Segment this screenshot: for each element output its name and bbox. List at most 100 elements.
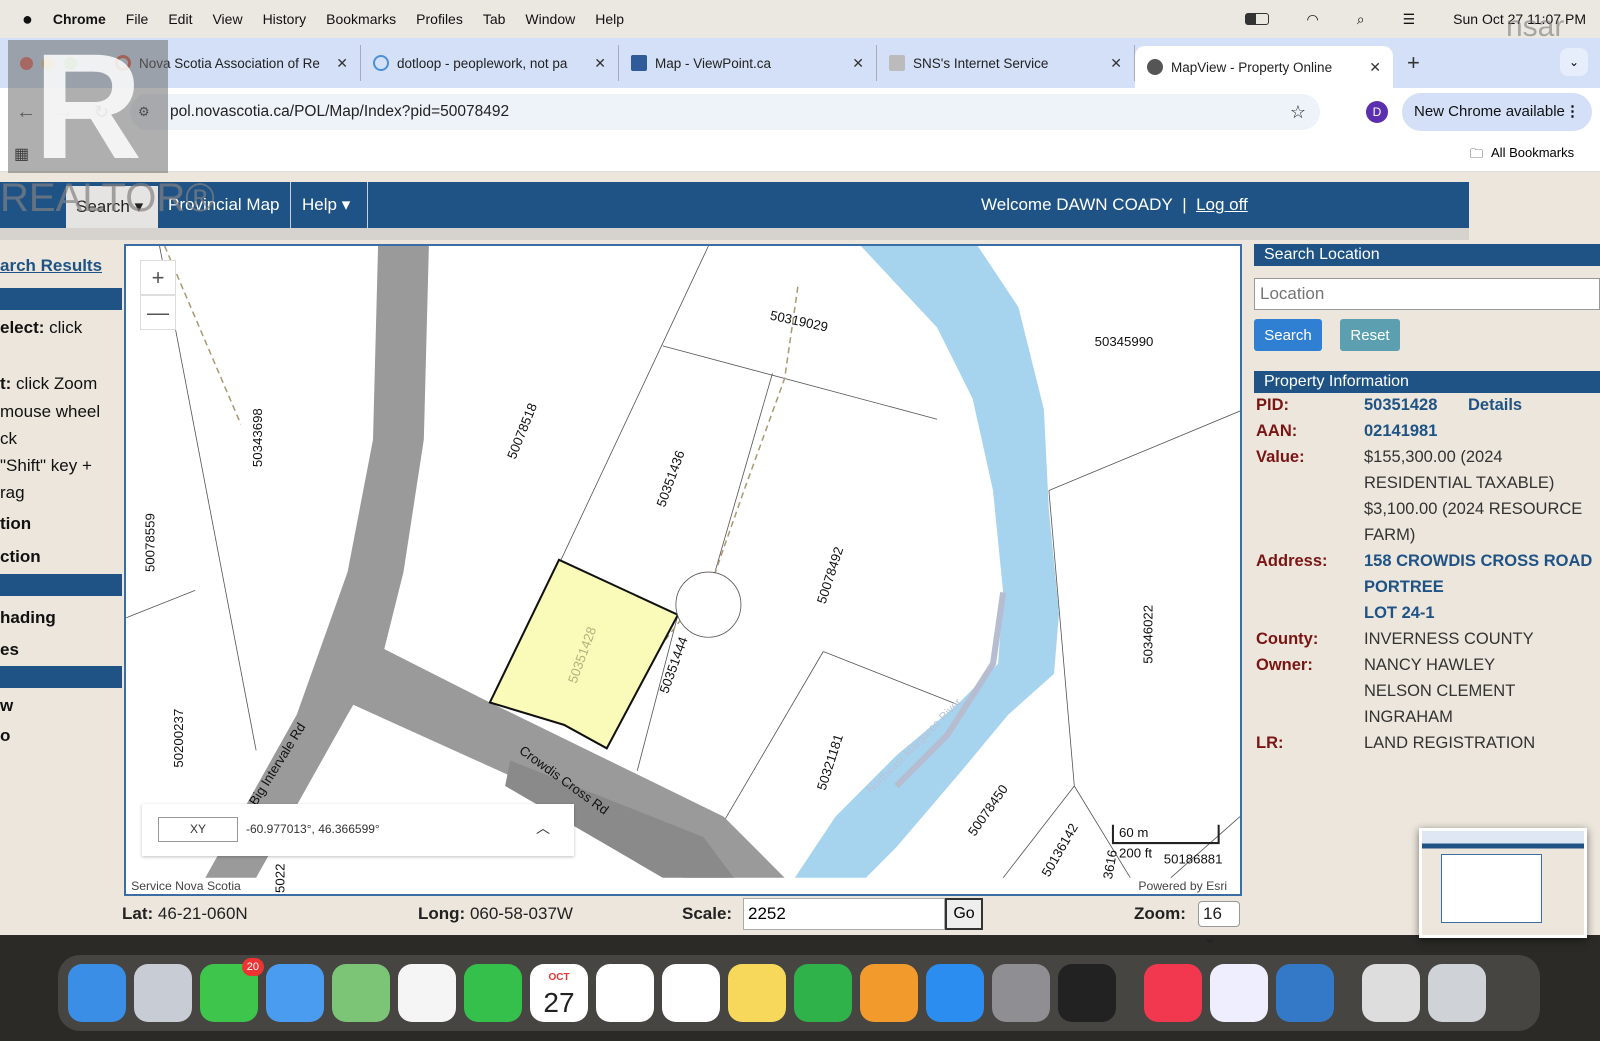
dock-app-maps[interactable] bbox=[332, 964, 390, 1022]
tab-viewpoint[interactable]: Map - ViewPoint.ca ✕ bbox=[619, 45, 877, 81]
dock-app-launchpad[interactable] bbox=[134, 964, 192, 1022]
sidebar-link[interactable]: es bbox=[0, 640, 19, 660]
sidebar-section-bar bbox=[0, 574, 122, 596]
calendar-month: OCT bbox=[548, 972, 570, 983]
dock-app-trash[interactable] bbox=[1428, 964, 1486, 1022]
collapse-chevron-icon[interactable]: ︿ bbox=[536, 818, 550, 838]
reload-button[interactable]: ↻ bbox=[94, 102, 109, 123]
menu-help[interactable]: Help bbox=[595, 11, 624, 27]
dock-app-finder[interactable] bbox=[68, 964, 126, 1022]
zoom-out-button[interactable]: — bbox=[140, 295, 176, 330]
reset-button[interactable]: Reset bbox=[1340, 319, 1400, 351]
map-view[interactable]: 50319029 50345990 50078518 50343698 5035… bbox=[124, 244, 1242, 896]
zoom-select[interactable]: 16 ⌄ bbox=[1198, 901, 1240, 947]
scale-input[interactable] bbox=[743, 898, 945, 930]
zoom-in-button[interactable]: + bbox=[140, 260, 176, 295]
dock-app-calendar[interactable]: OCT 27 bbox=[530, 964, 588, 1022]
close-window-button[interactable] bbox=[20, 56, 33, 70]
details-link[interactable]: Details bbox=[1468, 396, 1522, 415]
search-results-link[interactable]: arch Results bbox=[0, 256, 102, 276]
dock-app-reminders[interactable] bbox=[596, 964, 654, 1022]
dock-app-printer[interactable] bbox=[1210, 964, 1268, 1022]
nav-help-dropdown[interactable]: Help ▾ bbox=[302, 182, 368, 228]
more-menu-icon[interactable]: ⋮ bbox=[1565, 93, 1580, 131]
pid-link[interactable]: 50351428 bbox=[1364, 396, 1437, 415]
clock[interactable]: Sun Oct 27 11:07 PM bbox=[1453, 11, 1586, 27]
menu-edit[interactable]: Edit bbox=[168, 11, 192, 27]
nav-search-dropdown[interactable]: Search ▾ bbox=[66, 186, 158, 228]
tab-nsar[interactable]: Nova Scotia Association of Re ✕ bbox=[103, 45, 361, 81]
parcel-label: 50343698 bbox=[250, 408, 265, 467]
site-info-icon[interactable]: ⚙ bbox=[138, 104, 150, 120]
menu-bookmarks[interactable]: Bookmarks bbox=[326, 11, 396, 27]
menu-view[interactable]: View bbox=[212, 11, 242, 27]
close-tab-icon[interactable]: ✕ bbox=[1110, 55, 1122, 72]
sidebar-link[interactable]: tion bbox=[0, 514, 31, 534]
close-tab-icon[interactable]: ✕ bbox=[594, 55, 606, 72]
dock-app-mail[interactable] bbox=[266, 964, 324, 1022]
search-icon[interactable]: ⌕ bbox=[1357, 11, 1365, 28]
apple-menu-icon[interactable]: ● bbox=[22, 9, 33, 30]
dock-app-notes[interactable] bbox=[728, 964, 786, 1022]
profile-avatar[interactable]: D bbox=[1366, 101, 1388, 123]
dock-app-pages[interactable] bbox=[860, 964, 918, 1022]
go-button[interactable]: Go bbox=[945, 898, 983, 930]
forward-button[interactable]: → bbox=[54, 101, 74, 124]
menu-file[interactable]: File bbox=[126, 11, 149, 27]
url-text[interactable]: pol.novascotia.ca/POL/Map/Index?pid=5007… bbox=[170, 103, 509, 121]
wifi-icon[interactable]: ◠ bbox=[1307, 11, 1319, 28]
address-bar[interactable]: ⚙ pol.novascotia.ca/POL/Map/Index?pid=50… bbox=[130, 94, 1320, 130]
powered-by-esri[interactable]: Powered by Esri bbox=[1138, 879, 1227, 893]
coordinate-mode-button[interactable]: XY bbox=[158, 817, 238, 842]
menu-bar: ● Chrome File Edit View History Bookmark… bbox=[0, 0, 1600, 38]
dock-app-facetime[interactable] bbox=[464, 964, 522, 1022]
dock-app-music[interactable] bbox=[1144, 964, 1202, 1022]
close-tab-icon[interactable]: ✕ bbox=[336, 55, 348, 72]
menu-tab[interactable]: Tab bbox=[483, 11, 506, 27]
all-bookmarks-button[interactable]: 🗀 All Bookmarks bbox=[1470, 145, 1574, 167]
tab-sns[interactable]: SNS's Internet Service ✕ bbox=[877, 45, 1135, 81]
minimize-window-button[interactable] bbox=[42, 56, 55, 70]
sidebar-section-bar bbox=[0, 288, 122, 310]
tab-search-button[interactable]: ⌄ bbox=[1560, 48, 1588, 76]
back-button[interactable]: ← bbox=[16, 101, 36, 124]
dock-app-numbers[interactable] bbox=[794, 964, 852, 1022]
dock-app-app-store[interactable] bbox=[926, 964, 984, 1022]
zoom-window-button[interactable] bbox=[64, 56, 77, 70]
sidebar-link[interactable]: w bbox=[0, 696, 13, 716]
dock-app-messages[interactable]: 20 bbox=[200, 958, 264, 1022]
screenshot-thumbnail[interactable] bbox=[1419, 828, 1587, 938]
location-input[interactable] bbox=[1254, 278, 1600, 310]
tab-dotloop[interactable]: dotloop - peoplework, not pa ✕ bbox=[361, 45, 619, 81]
menu-profiles[interactable]: Profiles bbox=[416, 11, 463, 27]
right-panel: Search Location Search Reset Property In… bbox=[1254, 244, 1600, 804]
logoff-link[interactable]: Log off bbox=[1196, 195, 1248, 214]
battery-icon[interactable] bbox=[1244, 13, 1269, 25]
dock-app-preview[interactable] bbox=[1276, 964, 1334, 1022]
lat-value: 46-21-060N bbox=[157, 904, 248, 923]
bookmark-star-icon[interactable]: ☆ bbox=[1290, 102, 1306, 123]
menu-history[interactable]: History bbox=[263, 11, 307, 27]
apps-grid-icon[interactable]: ▦ bbox=[14, 144, 29, 164]
menu-chrome[interactable]: Chrome bbox=[53, 11, 106, 27]
dock-app-system-settings[interactable] bbox=[992, 964, 1050, 1022]
dock-app-photos[interactable] bbox=[398, 964, 456, 1022]
sidebar-link[interactable]: o bbox=[0, 726, 10, 746]
sidebar-link[interactable]: ction bbox=[0, 547, 41, 567]
new-chrome-available-button[interactable]: New Chrome available ⋮ bbox=[1402, 93, 1592, 131]
aan-value[interactable]: 02141981 bbox=[1364, 422, 1437, 441]
menu-window[interactable]: Window bbox=[525, 11, 575, 27]
close-tab-icon[interactable]: ✕ bbox=[1369, 59, 1381, 76]
nav-provincial-map[interactable]: Provincial Map bbox=[168, 182, 291, 228]
close-tab-icon[interactable]: ✕ bbox=[852, 55, 864, 72]
parcel-label: 50345990 bbox=[1095, 334, 1154, 349]
dock-app-navigator[interactable] bbox=[1058, 964, 1116, 1022]
dock-app-chrome[interactable] bbox=[662, 964, 720, 1022]
map-canvas[interactable]: 50319029 50345990 50078518 50343698 5035… bbox=[126, 246, 1240, 894]
search-button[interactable]: Search bbox=[1254, 319, 1322, 351]
new-tab-button[interactable]: + bbox=[1407, 50, 1420, 76]
sidebar-link[interactable]: hading bbox=[0, 608, 56, 628]
dock-app-downloads[interactable] bbox=[1362, 964, 1420, 1022]
control-center-icon[interactable]: ☰ bbox=[1403, 11, 1416, 28]
tab-mapview[interactable]: MapView - Property Online ✕ bbox=[1135, 46, 1393, 88]
